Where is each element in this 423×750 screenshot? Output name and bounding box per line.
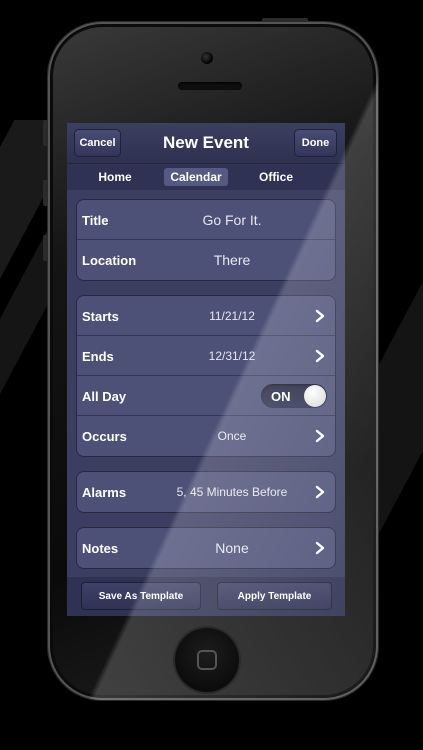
segment-home[interactable]: Home (89, 168, 141, 186)
alarms-value: 5, 45 Minutes Before (176, 485, 288, 499)
alarms-group: Alarms 5, 45 Minutes Before (76, 471, 336, 513)
cancel-button[interactable]: Cancel (74, 129, 121, 157)
location-row[interactable]: Location There (77, 240, 335, 280)
ends-row[interactable]: Ends 12/31/12 (77, 336, 335, 376)
chevron-right-icon (315, 429, 325, 443)
ends-label: Ends (82, 348, 114, 364)
phone-screen: Cancel New Event Done Home Calendar Offi… (67, 123, 345, 616)
home-button-icon (197, 650, 217, 670)
all-day-row: All Day ON (77, 376, 335, 416)
done-button[interactable]: Done (294, 129, 337, 157)
ends-value: 12/31/12 (208, 349, 256, 363)
all-day-label: All Day (82, 388, 127, 404)
notes-group: Notes None (76, 527, 336, 569)
segment-office[interactable]: Office (248, 168, 304, 186)
chevron-right-icon (315, 485, 325, 499)
occurs-label: Occurs (82, 428, 127, 444)
title-value: Go For It. (202, 212, 262, 228)
title-row[interactable]: Title Go For It. (77, 200, 335, 240)
chevron-right-icon (315, 349, 325, 363)
template-toolbar: Save As Template Apply Template (67, 577, 345, 616)
page-title: New Event (163, 133, 249, 152)
occurs-row[interactable]: Occurs Once (77, 416, 335, 456)
notes-row[interactable]: Notes None (77, 528, 335, 568)
toggle-state-label: ON (271, 388, 291, 404)
navigation-bar: Cancel New Event Done (67, 123, 345, 164)
toggle-knob[interactable] (304, 385, 326, 407)
all-day-toggle[interactable]: ON (261, 384, 327, 408)
location-value: There (213, 252, 251, 268)
starts-value: 11/21/12 (209, 309, 255, 323)
alarms-label: Alarms (82, 484, 127, 500)
chevron-right-icon (315, 309, 325, 323)
chevron-right-icon (315, 541, 325, 555)
date-group: Starts 11/21/12 Ends 12/31/12 All Day ON… (76, 295, 336, 457)
title-location-group: Title Go For It. Location There (76, 199, 336, 281)
apply-template-button[interactable]: Apply Template (217, 582, 332, 610)
segment-calendar[interactable]: Calendar (164, 168, 228, 186)
starts-label: Starts (82, 308, 119, 324)
save-as-template-button[interactable]: Save As Template (81, 582, 201, 610)
alarms-row[interactable]: Alarms 5, 45 Minutes Before (77, 472, 335, 512)
title-label: Title (82, 212, 109, 228)
occurs-value: Once (217, 429, 247, 443)
location-label: Location (82, 252, 137, 268)
starts-row[interactable]: Starts 11/21/12 (77, 296, 335, 336)
front-camera (201, 52, 213, 64)
earpiece-speaker (178, 82, 242, 90)
calendar-segmented-control: Home Calendar Office (67, 164, 345, 190)
notes-value: None (215, 540, 249, 556)
notes-label: Notes (82, 540, 119, 556)
